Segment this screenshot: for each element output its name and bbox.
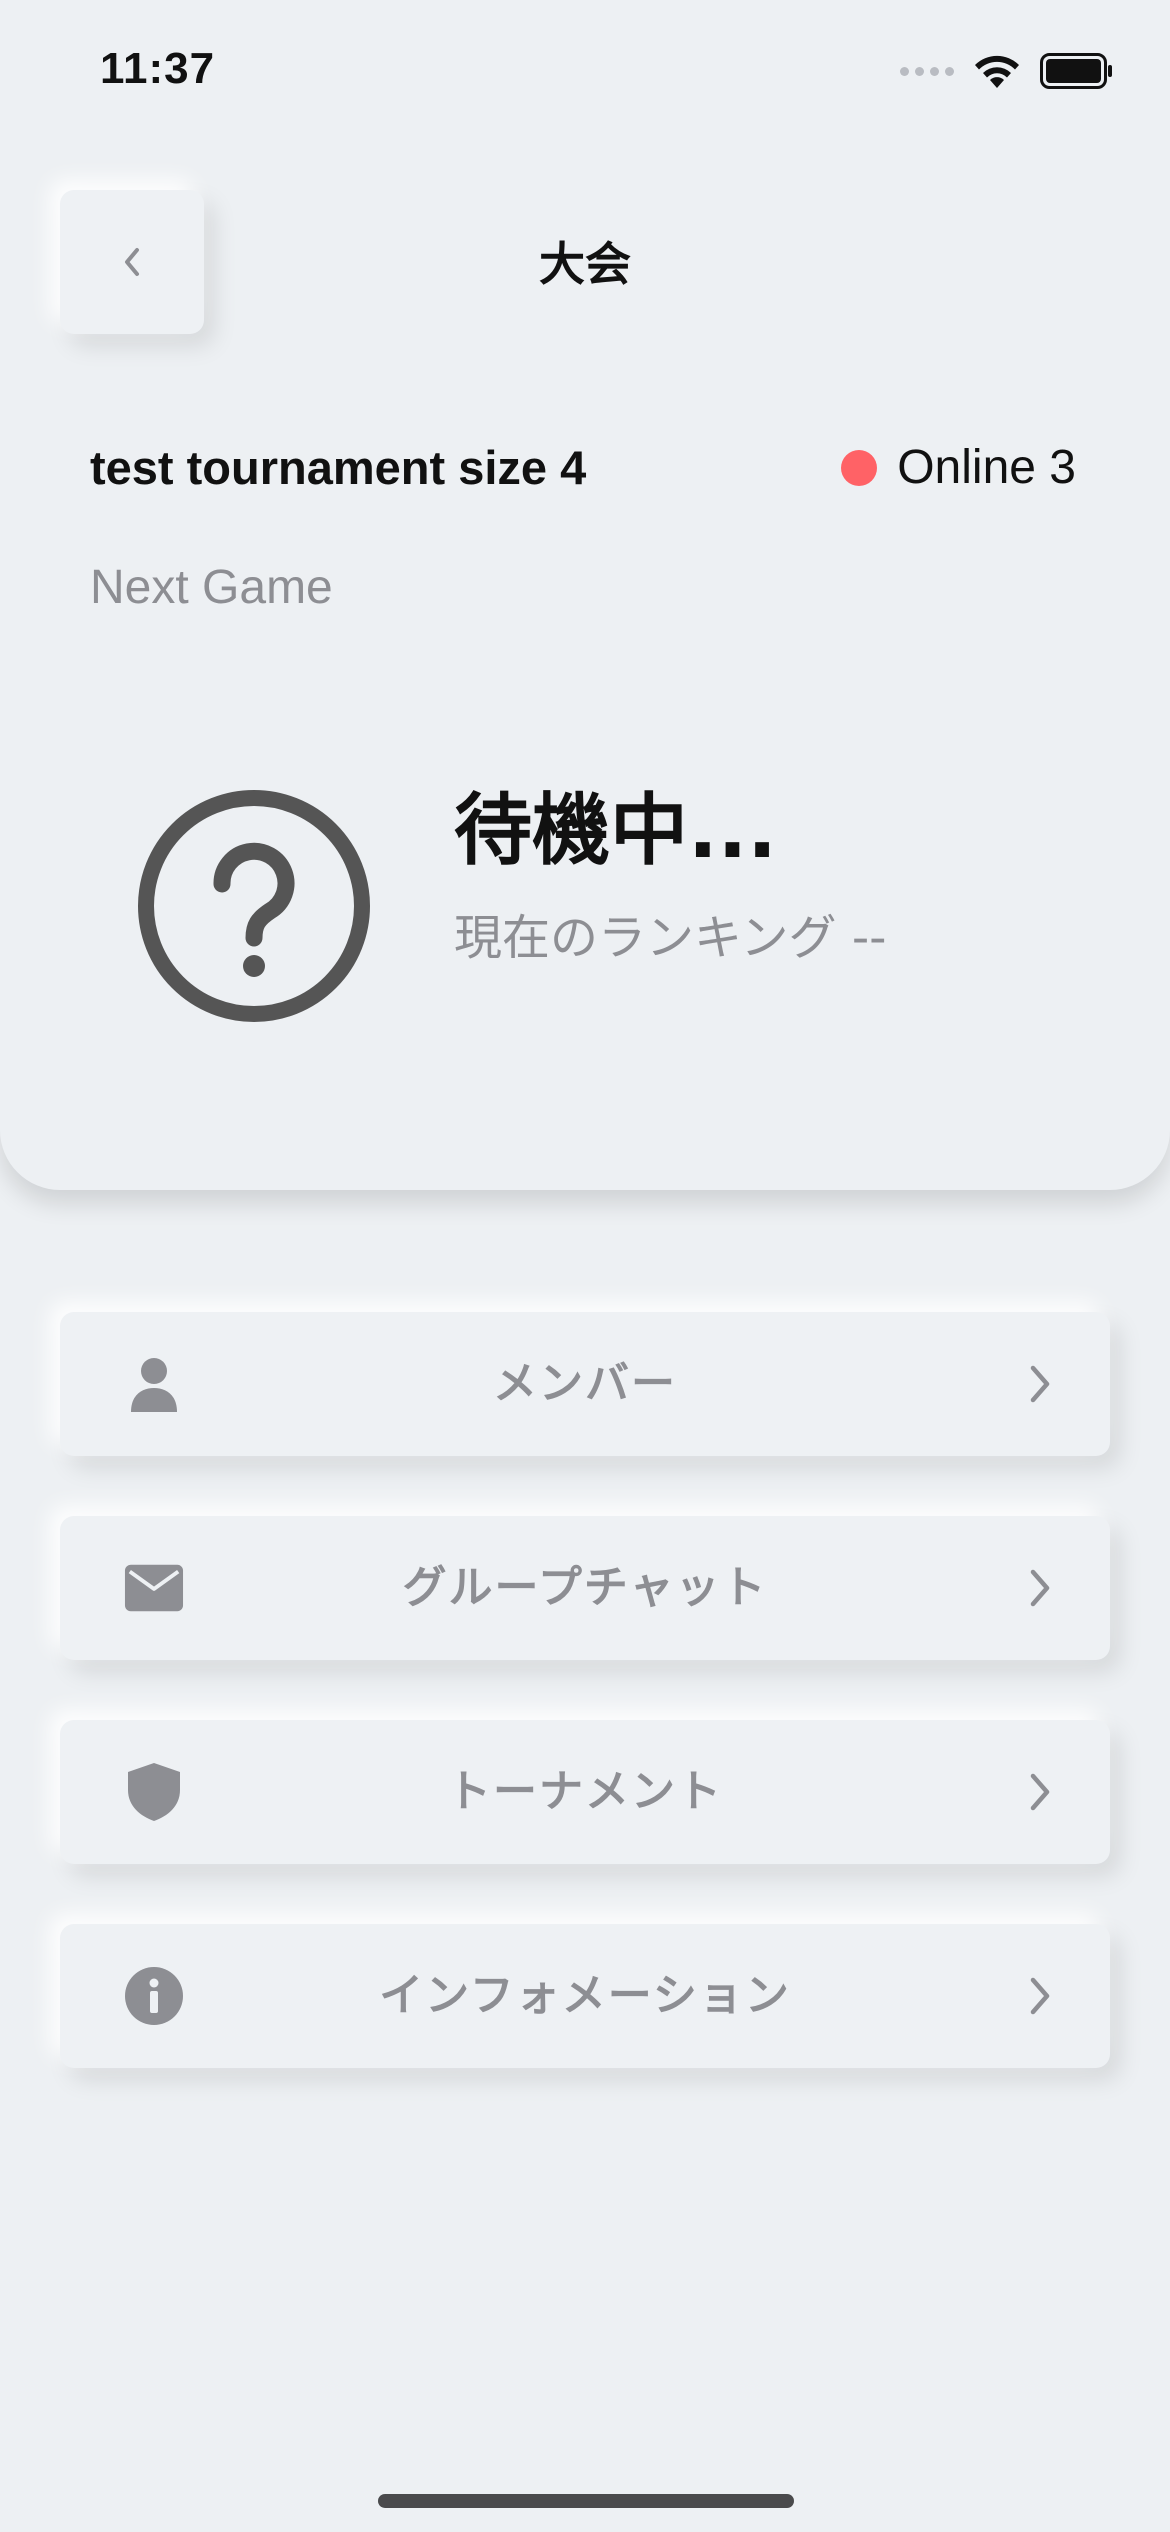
menu-item-label: インフォメーション [379,1970,791,2021]
status-bar: 11:37 [0,0,1170,140]
tournament-name: test tournament size 4 [90,441,587,494]
chevron-right-icon [1030,1977,1050,2015]
next-game-label: Next Game [90,561,333,614]
wifi-icon [975,55,1019,88]
menu-item-tournament[interactable]: トーナメント [60,1720,1110,1864]
online-count: Online 3 [897,441,1076,494]
menu-item-information[interactable]: インフォメーション [60,1924,1110,2068]
home-indicator[interactable] [378,2494,794,2508]
question-circle-icon [138,790,370,1022]
chevron-right-icon [1030,1569,1050,1607]
menu-item-label: トーナメント [447,1766,723,1817]
status-icons [900,52,1114,90]
cellular-signal-icon [900,66,954,76]
online-status-dot [841,449,878,486]
chevron-right-icon [1030,1773,1050,1811]
menu-item-members[interactable]: メンバー [60,1312,1110,1456]
menu-item-label: メンバー [493,1358,677,1409]
menu-item-label: グループチャット [402,1562,768,1613]
page-title: 大会 [539,237,631,291]
chevron-right-icon [1030,1365,1050,1403]
current-ranking: 現在のランキング -- [454,910,887,966]
battery-icon [1040,53,1112,89]
online-status: Online 3 [841,440,1076,495]
status-time: 11:37 [100,44,216,93]
menu-item-group-chat[interactable]: グループチャット [60,1516,1110,1660]
waiting-status: 待機中... [454,786,777,876]
